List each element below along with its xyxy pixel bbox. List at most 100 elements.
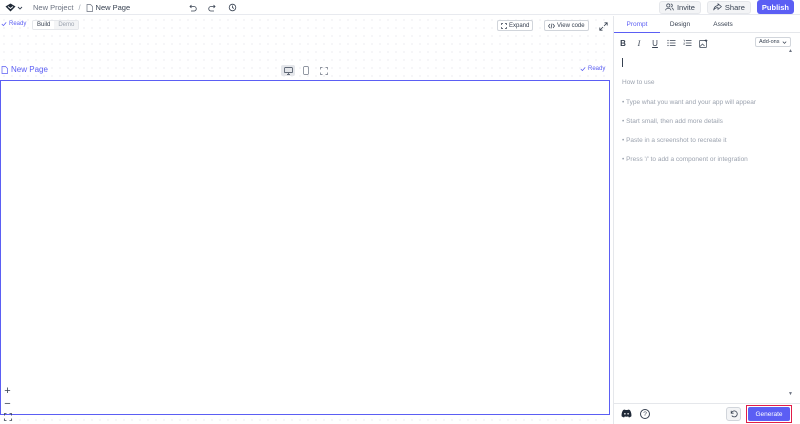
- formatting-toolbar: B I U: [618, 38, 708, 48]
- page-status-label: Ready: [588, 66, 606, 72]
- tab-design[interactable]: Design: [660, 16, 700, 33]
- discord-button[interactable]: [621, 409, 632, 418]
- tip-item: • Type what you want and your app will a…: [622, 99, 757, 106]
- scroll-down-arrow[interactable]: ▼: [788, 391, 793, 397]
- device-switcher: [281, 65, 331, 76]
- share-button[interactable]: Share: [706, 0, 751, 14]
- page-preview-frame[interactable]: [0, 80, 610, 415]
- addons-dropdown[interactable]: Add-ons: [755, 37, 791, 47]
- history-icon: [228, 3, 237, 12]
- expand-button[interactable]: Expand: [497, 20, 534, 31]
- chevron-down-icon: [782, 40, 786, 44]
- text-cursor: [622, 58, 623, 67]
- discord-icon: [621, 409, 632, 418]
- file-icon: [1, 65, 8, 74]
- undo-icon: [189, 4, 197, 11]
- check-icon: [1, 22, 7, 27]
- users-icon: [665, 3, 674, 11]
- help-button[interactable]: ?: [640, 409, 650, 419]
- check-icon: [580, 67, 586, 72]
- usage-tips: • Type what you want and your app will a…: [622, 99, 756, 163]
- page-tab[interactable]: New Page: [1, 65, 48, 74]
- breadcrumb-page-label: New Page: [95, 3, 131, 12]
- bullet-list-icon: [666, 39, 675, 47]
- prompt-input[interactable]: How to use • Type what you want and your…: [618, 56, 794, 396]
- redo-button[interactable]: [207, 2, 218, 13]
- generate-highlight: Generate: [746, 405, 792, 423]
- zoom-in-button[interactable]: +: [3, 385, 12, 396]
- publish-button[interactable]: Publish: [756, 0, 794, 14]
- fullscreen-button[interactable]: [598, 21, 609, 32]
- underline-icon: U: [652, 38, 658, 48]
- italic-icon: I: [637, 38, 641, 48]
- addons-label: Add-ons: [759, 39, 780, 45]
- maximize-arrows-icon: [599, 22, 608, 31]
- breadcrumb-page[interactable]: New Page: [86, 3, 131, 12]
- generate-button[interactable]: Generate: [748, 407, 790, 421]
- undo-button[interactable]: [187, 2, 198, 13]
- chevron-down-icon: [17, 6, 23, 10]
- code-icon: [548, 22, 555, 29]
- restore-button[interactable]: [726, 407, 741, 421]
- view-code-button[interactable]: View code: [544, 20, 589, 31]
- page-header: New Page Ready: [0, 65, 611, 79]
- expand-label: Expand: [509, 22, 530, 29]
- expand-icon: [501, 22, 507, 29]
- fit-view-button[interactable]: [3, 411, 12, 422]
- page-title: New Page: [11, 65, 48, 74]
- fit-frame-icon: [3, 412, 12, 421]
- bullet-list-button[interactable]: [666, 38, 676, 48]
- view-code-label: View code: [557, 22, 585, 29]
- breadcrumb-separator: /: [78, 3, 81, 12]
- redo-icon: [208, 4, 216, 11]
- tab-prompt[interactable]: Prompt: [614, 16, 660, 33]
- header-actions: Invite Share Publish: [658, 0, 794, 14]
- panel-tabs: Prompt Design Assets: [614, 16, 800, 33]
- bold-button[interactable]: B: [618, 38, 628, 48]
- page-status: Ready: [580, 66, 605, 72]
- prompt-panel: Prompt Design Assets B I U Add-ons How t…: [613, 16, 800, 424]
- history-controls: [187, 2, 238, 13]
- prompt-scrollbar[interactable]: ▲ ▼: [788, 48, 793, 398]
- desktop-view-button[interactable]: [281, 65, 295, 76]
- mode-demo[interactable]: Demo: [54, 21, 79, 29]
- bold-icon: B: [620, 38, 626, 48]
- help-icon: ?: [643, 410, 647, 418]
- how-to-title: How to use: [622, 79, 655, 86]
- share-icon: [713, 3, 722, 11]
- build-status: Ready: [1, 21, 26, 27]
- numbered-list-button[interactable]: [682, 38, 692, 48]
- tip-item: • Press '/' to add a component or integr…: [622, 156, 748, 163]
- tab-assets[interactable]: Assets: [700, 16, 746, 33]
- numbered-list-icon: [682, 39, 691, 46]
- tip-item: • Start small, then add more details: [622, 118, 723, 125]
- scroll-up-arrow[interactable]: ▲: [788, 48, 793, 54]
- canvas-toolbar: Ready Build Demo Expand View code: [0, 16, 611, 34]
- underline-button[interactable]: U: [650, 38, 660, 48]
- focus-frame-icon: [320, 66, 328, 75]
- panel-footer: ? Generate: [614, 403, 800, 424]
- app-logo-menu[interactable]: [5, 3, 23, 12]
- build-status-label: Ready: [9, 21, 27, 27]
- file-icon: [86, 3, 93, 12]
- italic-button[interactable]: I: [634, 38, 644, 48]
- tip-item: • Paste in a screenshot to recreate it: [622, 137, 727, 144]
- version-history-button[interactable]: [227, 2, 238, 13]
- zoom-out-button[interactable]: −: [3, 398, 12, 409]
- share-label: Share: [724, 2, 745, 12]
- insert-image-button[interactable]: [698, 38, 708, 48]
- mobile-view-button[interactable]: [299, 65, 313, 76]
- monitor-icon: [283, 66, 293, 75]
- fit-screen-button[interactable]: [317, 65, 331, 76]
- cube-logo-icon: [5, 3, 16, 12]
- breadcrumb-project[interactable]: New Project: [33, 3, 73, 12]
- invite-label: Invite: [676, 2, 695, 12]
- top-bar: New Project / New Page Invite Share Publ…: [0, 0, 800, 15]
- mode-build[interactable]: Build: [33, 21, 55, 29]
- zoom-controls: + −: [3, 385, 12, 422]
- breadcrumb: New Project / New Page: [33, 3, 130, 12]
- invite-button[interactable]: Invite: [658, 0, 701, 14]
- phone-icon: [303, 66, 309, 75]
- rotate-ccw-icon: [730, 410, 738, 418]
- image-plus-icon: [698, 38, 707, 48]
